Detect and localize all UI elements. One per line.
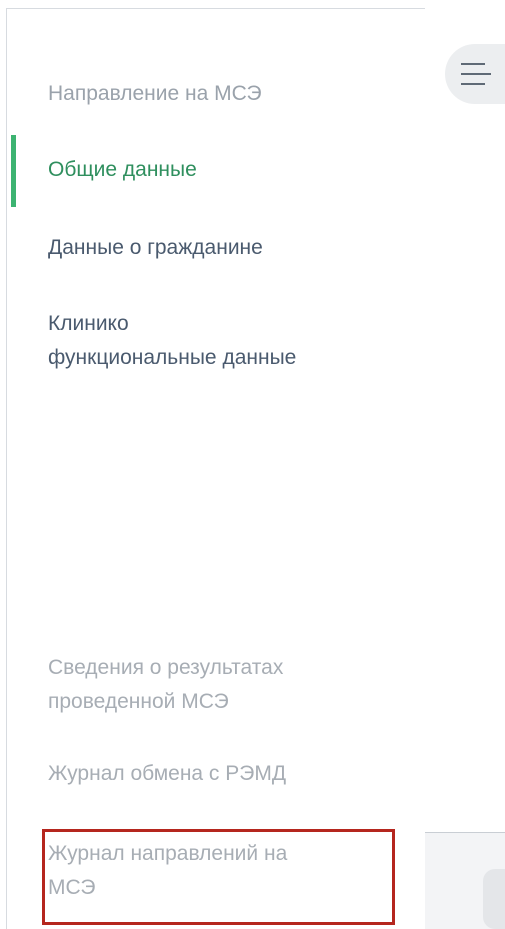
sidebar-item-general-data[interactable]: Общие данные: [48, 153, 408, 187]
sidebar-item-label-line2: МСЭ: [48, 876, 96, 899]
sidebar-item-remd-log[interactable]: Журнал обмена с РЭМД: [48, 757, 408, 791]
bottom-panel: [425, 832, 505, 929]
sidebar-item-label-line2: проведенной МСЭ: [48, 690, 229, 713]
sidebar-item-label-line2: функциональные данные: [48, 346, 297, 369]
bottom-control: [483, 869, 505, 929]
main-content: [425, 0, 505, 929]
active-indicator: [11, 135, 16, 207]
menu-icon: [461, 63, 485, 65]
menu-icon: [461, 83, 485, 85]
sidebar-nav: Направление на МСЭ Общие данные Данные о…: [6, 8, 426, 929]
menu-toggle-button[interactable]: [445, 44, 505, 104]
sidebar-section-title: Направление на МСЭ: [48, 82, 262, 105]
sidebar-item-citizen-data[interactable]: Данные о гражданине: [48, 231, 408, 265]
sidebar-item-label-line1: Журнал направлений на: [48, 842, 288, 865]
sidebar-item-label-line1: Клинико: [48, 312, 129, 335]
sidebar-item-label-line1: Сведения о результатах: [48, 656, 284, 679]
menu-icon: [461, 73, 491, 75]
sidebar-item-mse-results[interactable]: Сведения о результатах проведенной МСЭ: [48, 651, 408, 719]
app-frame: Направление на МСЭ Общие данные Данные о…: [0, 0, 505, 929]
sidebar-item-referrals-log[interactable]: Журнал направлений на МСЭ: [48, 837, 408, 905]
sidebar-item-clinical-data[interactable]: Клинико функциональные данные: [48, 307, 408, 375]
